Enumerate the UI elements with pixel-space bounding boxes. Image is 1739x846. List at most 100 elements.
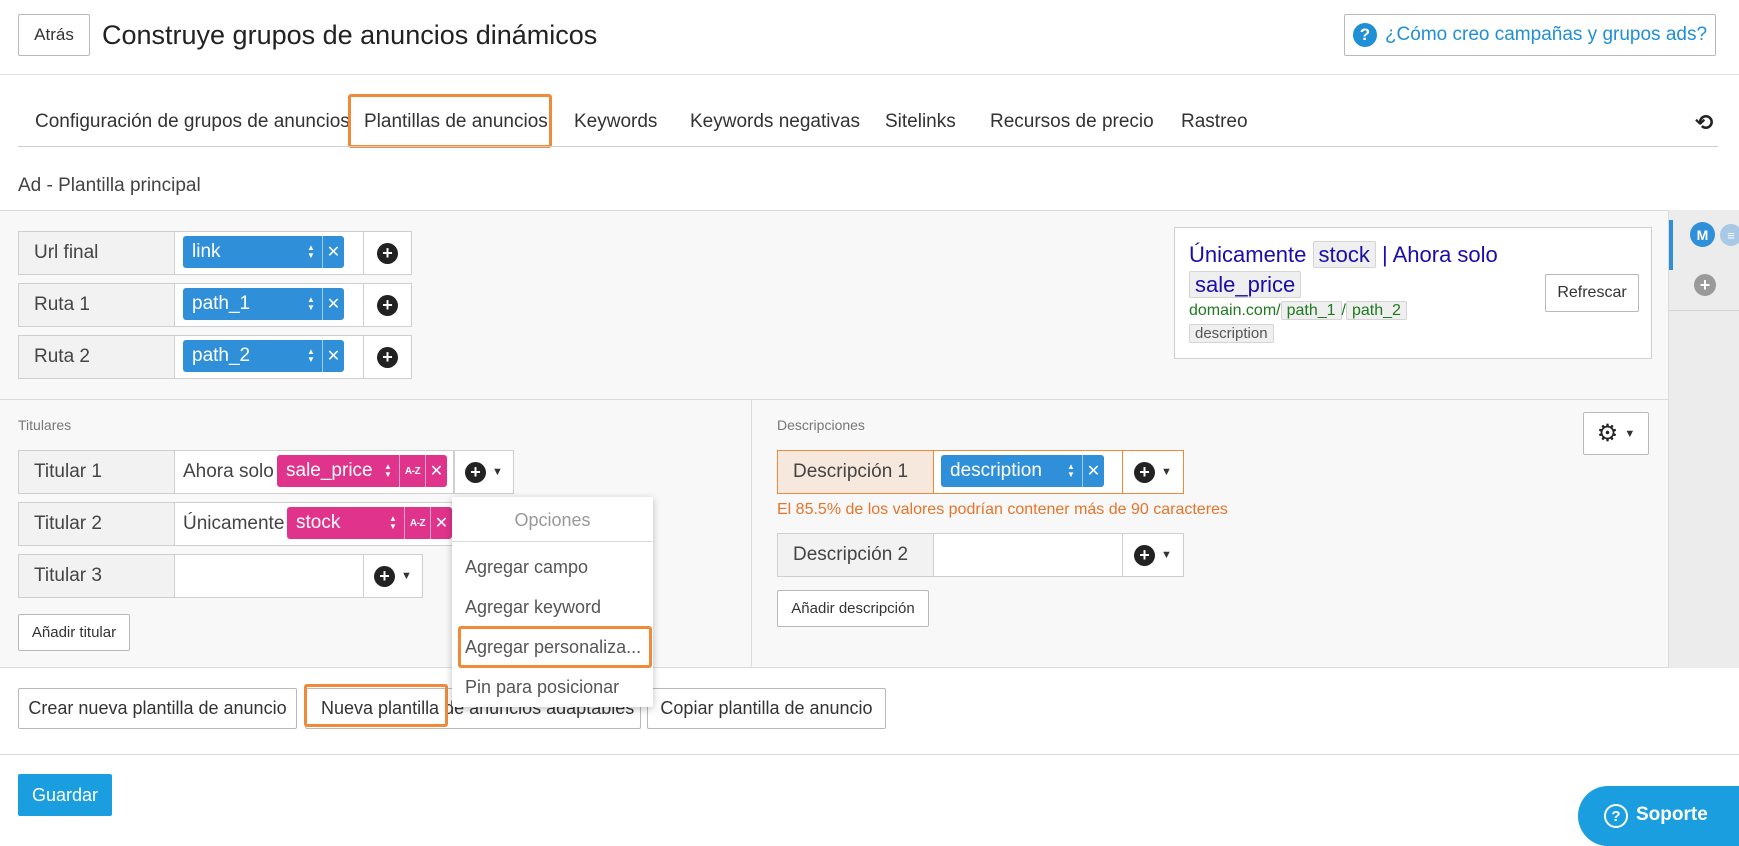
description-add-dropdown[interactable]: + ▼ bbox=[1122, 533, 1184, 577]
field-tag-link[interactable]: link ▲ ▼ ✕ bbox=[183, 236, 344, 268]
tab-keywords[interactable]: Keywords bbox=[574, 111, 657, 133]
sort-arrows-icon[interactable]: ▲ ▼ bbox=[382, 515, 404, 531]
field-tag-description[interactable]: description ▲ ▼ ✕ bbox=[941, 455, 1104, 487]
menu-item-add-field[interactable]: Agregar campo bbox=[465, 557, 588, 578]
case-toggle-icon[interactable]: A-Z bbox=[404, 507, 430, 539]
add-description-label: Añadir descripción bbox=[791, 600, 915, 617]
back-button[interactable]: Atrás bbox=[18, 14, 90, 56]
headline-row-label: Titular 2 bbox=[18, 502, 175, 546]
tab-sitelinks[interactable]: Sitelinks bbox=[885, 111, 956, 133]
refresh-button-label: Refrescar bbox=[1557, 284, 1627, 301]
sync-icon[interactable]: ⟲ bbox=[1695, 110, 1713, 136]
add-description-button[interactable]: Añadir descripción bbox=[777, 590, 929, 627]
side-panel-active-indicator bbox=[1669, 220, 1673, 270]
chevron-down-icon: ▼ bbox=[1161, 549, 1172, 561]
remove-tag-icon[interactable]: ✕ bbox=[425, 455, 447, 487]
description-input[interactable] bbox=[934, 533, 1123, 577]
character-warning: El 85.5% de los valores podrían contener… bbox=[777, 501, 1228, 518]
description-add-dropdown[interactable]: + ▼ bbox=[1122, 450, 1184, 494]
field-tag-sale-price[interactable]: sale_price ▲ ▼ A-Z ✕ bbox=[277, 455, 447, 487]
field-tag-stock[interactable]: stock ▲ ▼ A-Z ✕ bbox=[287, 507, 452, 539]
refresh-button[interactable]: Refrescar bbox=[1545, 274, 1639, 312]
url-row-label: Url final bbox=[18, 231, 175, 275]
sort-arrows-icon[interactable]: ▲ ▼ bbox=[300, 348, 322, 364]
footer-divider bbox=[0, 754, 1739, 755]
section-title: Ad - Plantilla principal bbox=[18, 175, 201, 196]
headline-row-label: Titular 3 bbox=[18, 554, 175, 598]
headline-row-label: Titular 1 bbox=[18, 450, 175, 494]
avatar[interactable]: M bbox=[1690, 222, 1715, 247]
tab-ad-templates[interactable]: Plantillas de anuncios bbox=[364, 111, 548, 133]
add-field-button[interactable]: + bbox=[363, 335, 412, 379]
tab-tracking[interactable]: Rastreo bbox=[1181, 111, 1248, 133]
remove-tag-icon[interactable]: ✕ bbox=[322, 288, 344, 320]
remove-tag-icon[interactable]: ✕ bbox=[322, 340, 344, 372]
field-tag-path1[interactable]: path_1 ▲ ▼ ✕ bbox=[183, 288, 344, 320]
headline-add-dropdown[interactable]: + ▼ bbox=[454, 450, 514, 494]
menu-divider bbox=[452, 541, 653, 542]
menu-item-pin-position[interactable]: Pin para posicionar bbox=[465, 677, 619, 698]
headline-add-dropdown[interactable]: + ▼ bbox=[363, 554, 423, 598]
chevron-down-icon: ▼ bbox=[492, 466, 503, 478]
save-button[interactable]: Guardar bbox=[18, 774, 112, 816]
preview-headline-text: | Ahora solo bbox=[1382, 242, 1498, 267]
plus-icon: + bbox=[1134, 461, 1156, 483]
create-template-label: Crear nueva plantilla de anuncio bbox=[28, 698, 287, 718]
preview-url: domain.com/path_1/path_2 bbox=[1189, 301, 1407, 320]
ad-preview: Únicamente stock | Ahora solo sale_price… bbox=[1174, 227, 1652, 359]
options-dropdown-menu: Opciones Agregar campo Agregar keyword A… bbox=[452, 497, 653, 707]
column-divider bbox=[751, 400, 752, 668]
create-template-button[interactable]: Crear nueva plantilla de anuncio bbox=[18, 688, 297, 729]
help-link-label: ¿Cómo creo campañas y grupos ads? bbox=[1384, 24, 1708, 45]
field-tag-label: stock bbox=[296, 512, 341, 533]
case-toggle-icon[interactable]: A-Z bbox=[399, 455, 425, 487]
tab-divider bbox=[18, 146, 1718, 147]
help-button[interactable]: ? ¿Cómo creo campañas y grupos ads? bbox=[1344, 14, 1716, 56]
field-tag-label: path_2 bbox=[192, 345, 251, 366]
menu-item-add-keyword[interactable]: Agregar keyword bbox=[465, 597, 601, 618]
sort-arrows-icon[interactable]: ▲ ▼ bbox=[1060, 463, 1082, 479]
chevron-down-icon: ▼ bbox=[1161, 466, 1172, 478]
settings-dropdown[interactable]: ⚙ ▼ bbox=[1583, 412, 1649, 455]
support-button[interactable]: ? Soporte bbox=[1578, 786, 1739, 846]
back-button-label: Atrás bbox=[34, 25, 74, 44]
tab-price-assets[interactable]: Recursos de precio bbox=[990, 111, 1154, 133]
preview-tag-description: description bbox=[1189, 324, 1274, 343]
side-panel-divider bbox=[1669, 310, 1739, 311]
headlines-label: Titulares bbox=[18, 417, 72, 433]
plus-icon: + bbox=[465, 461, 487, 483]
page-title: Construye grupos de anuncios dinámicos bbox=[102, 20, 598, 50]
copy-template-button[interactable]: Copiar plantilla de anuncio bbox=[647, 688, 886, 729]
plus-icon: + bbox=[1134, 544, 1156, 566]
sort-arrows-icon[interactable]: ▲ ▼ bbox=[300, 296, 322, 312]
field-tag-label: description bbox=[950, 460, 1042, 481]
sort-arrows-icon[interactable]: ▲ ▼ bbox=[377, 463, 399, 479]
plus-icon: + bbox=[377, 346, 398, 368]
gear-icon: ⚙ bbox=[1596, 420, 1619, 447]
field-tag-label: sale_price bbox=[286, 460, 373, 481]
add-field-button[interactable]: + bbox=[363, 231, 412, 275]
url-row-label: Ruta 2 bbox=[18, 335, 175, 379]
section-divider bbox=[0, 399, 1668, 400]
add-headline-label: Añadir titular bbox=[31, 624, 117, 641]
remove-tag-icon[interactable]: ✕ bbox=[430, 507, 452, 539]
tab-ad-group-settings[interactable]: Configuración de grupos de anuncios bbox=[35, 111, 350, 133]
plus-icon: + bbox=[377, 294, 398, 316]
field-tag-path2[interactable]: path_2 ▲ ▼ ✕ bbox=[183, 340, 344, 372]
list-icon[interactable]: ≡ bbox=[1720, 224, 1739, 246]
add-field-button[interactable]: + bbox=[363, 283, 412, 327]
preview-tag-path2: path_2 bbox=[1345, 301, 1407, 320]
headline-text: Ahora solo bbox=[183, 461, 274, 482]
question-icon: ? bbox=[1604, 804, 1628, 828]
remove-tag-icon[interactable]: ✕ bbox=[1082, 455, 1104, 487]
headline-input[interactable] bbox=[175, 554, 364, 598]
preview-headline-text: Únicamente bbox=[1189, 242, 1307, 267]
add-headline-button[interactable]: Añadir titular bbox=[18, 614, 130, 651]
sort-arrows-icon[interactable]: ▲ ▼ bbox=[300, 244, 322, 260]
tab-negative-keywords[interactable]: Keywords negativas bbox=[690, 111, 860, 133]
remove-tag-icon[interactable]: ✕ bbox=[322, 236, 344, 268]
menu-item-add-customizer[interactable]: Agregar personaliza... bbox=[465, 637, 641, 658]
preview-description: description bbox=[1189, 324, 1274, 343]
preview-domain: domain.com/ bbox=[1189, 302, 1281, 319]
add-template-icon[interactable]: + bbox=[1694, 274, 1716, 296]
